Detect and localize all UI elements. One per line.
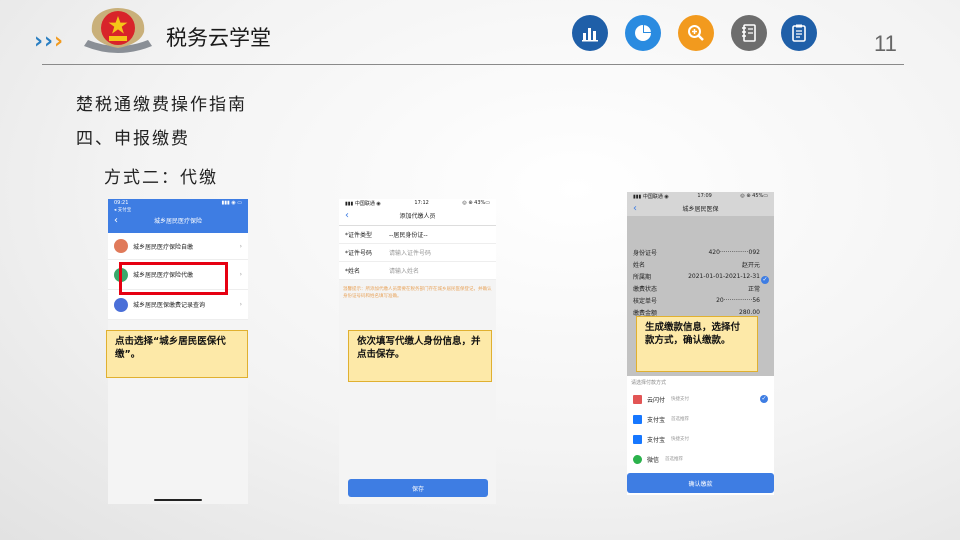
selected-check-icon: ✓ <box>760 395 768 403</box>
info-row: 身份证号 420···············092 <box>633 248 760 257</box>
confirm-payment-button[interactable]: 确认缴款 <box>627 473 774 493</box>
notebook-icon[interactable] <box>731 15 767 51</box>
nav-title: 城乡居民医疗保险 <box>153 217 202 225</box>
info-row: 缴费状态 正常 <box>633 285 760 293</box>
chevron-right-icon: › <box>34 29 44 54</box>
name-input[interactable]: 请输入姓名 <box>389 266 419 275</box>
shield-icon <box>114 239 128 253</box>
search-icon[interactable] <box>678 15 714 51</box>
pay-option-alipay[interactable]: 支付宝 首选推荐 <box>627 409 774 429</box>
status-bar: ▮▮▮ 中国联通 ◉ 17:09 ◎ ⊕ 45%▭ <box>627 192 774 200</box>
bar-chart-icon[interactable] <box>572 15 608 51</box>
header-divider <box>42 64 904 65</box>
id-number-input[interactable]: 请输入证件号码 <box>389 248 431 257</box>
instruction-note-3: 生成缴款信息，选择付款方式，确认缴款。 <box>636 316 758 372</box>
info-row: 核定单号 20···············56 <box>633 296 760 305</box>
nav-title: 城乡居民医保 <box>682 205 719 213</box>
id-type-select[interactable]: --居民身份证-- <box>389 230 428 239</box>
alipay-icon <box>633 434 642 444</box>
tip-text: 温馨提示：所添加代缴人员需要在税务部门存在城乡居民医保登记，并确认身份证号码和姓… <box>343 287 492 299</box>
status-bar: ▮▮▮ 中国联通 ◉ 17:12 ◎ ⊕ 43%▭ <box>345 200 490 207</box>
chevron-right-icon: › <box>239 242 242 250</box>
search-record-icon <box>114 297 128 312</box>
guide-title: 楚税通缴费操作指南 <box>76 95 247 115</box>
save-button[interactable]: 保存 <box>348 479 488 497</box>
national-emblem-logo <box>80 4 156 54</box>
method-title: 方式二：代缴 <box>104 168 218 188</box>
highlight-box <box>119 262 228 295</box>
menu-item-self-pay[interactable]: 城乡居民医疗保险自缴 › <box>108 233 248 260</box>
instruction-note-2: 依次填写代缴人身份信息，并点击保存。 <box>348 330 492 382</box>
pay-option-unionpay[interactable]: 云闪付 快捷支付 ✓ <box>627 389 774 409</box>
id-number-row[interactable]: *证件号码 请输入证件号码 <box>339 244 496 262</box>
clipboard-icon[interactable] <box>781 15 817 51</box>
page-number: 11 <box>874 31 897 56</box>
alipay-icon <box>633 414 642 424</box>
brand-title: 税务云学堂 <box>166 26 271 50</box>
chevron-right-icon: › <box>54 29 64 54</box>
unionpay-icon <box>633 394 642 404</box>
chevron-right-icon: › <box>239 271 242 278</box>
app-header: 09:21 ▮▮▮ ◉ ▭ ◂ 支付宝 ‹ 城乡居民医疗保险 <box>108 199 248 233</box>
name-row[interactable]: *姓名 请输入姓名 <box>339 262 496 280</box>
nav-title: 添加代缴人员 <box>399 213 436 220</box>
instruction-note-1: 点击选择“城乡居民医保代缴”。 <box>106 330 248 378</box>
chevron-right-icon: › <box>239 301 242 308</box>
back-icon[interactable]: ‹ <box>633 203 653 214</box>
id-type-row[interactable]: *证件类型 --居民身份证-- <box>339 226 496 244</box>
pie-chart-icon[interactable] <box>625 15 661 51</box>
section-title: 四、申报缴费 <box>76 129 190 149</box>
pay-option-wechat[interactable]: 微信 首选推荐 <box>627 449 774 469</box>
info-row: 所属期 2021-01-01-2021-12-31 <box>633 272 760 281</box>
chevron-right-icon: › <box>44 29 54 54</box>
status-bar: 09:21 ▮▮▮ ◉ ▭ <box>114 200 242 206</box>
pay-option-alipay-quick[interactable]: 支付宝 快捷支付 <box>627 429 774 449</box>
check-icon: ✓ <box>761 276 769 284</box>
back-icon[interactable]: ‹ <box>345 210 365 221</box>
info-row: 姓名 赵开元 <box>633 261 760 269</box>
back-icon[interactable]: ‹ <box>114 215 134 226</box>
wechat-icon <box>633 454 642 464</box>
pay-method-title: 请选择付款方式 <box>631 380 667 386</box>
home-indicator <box>154 499 202 501</box>
